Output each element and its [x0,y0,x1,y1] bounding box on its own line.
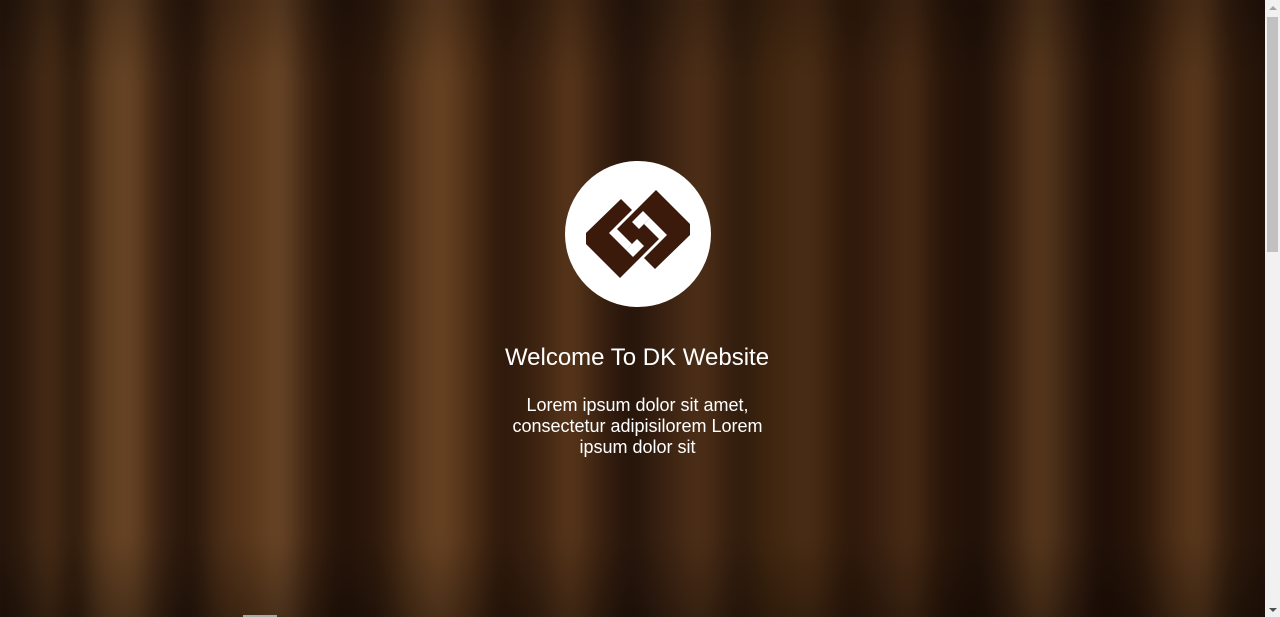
page-viewport: Welcome To DK Website Lorem ipsum dolor … [0,0,1265,617]
logo-badge [565,161,711,307]
scrollbar-thumb[interactable] [1267,17,1278,252]
scroll-up-arrow-icon[interactable] [1265,0,1280,15]
page-description: Lorem ipsum dolor sit amet, consectetur … [512,395,763,457]
vertical-scrollbar[interactable] [1265,0,1280,617]
page-title: Welcome To DK Website [504,344,770,371]
hero-section: Welcome To DK Website Lorem ipsum dolor … [0,0,1265,617]
interlocking-brackets-logo-icon [586,190,690,278]
scroll-down-arrow-icon[interactable] [1265,602,1280,617]
